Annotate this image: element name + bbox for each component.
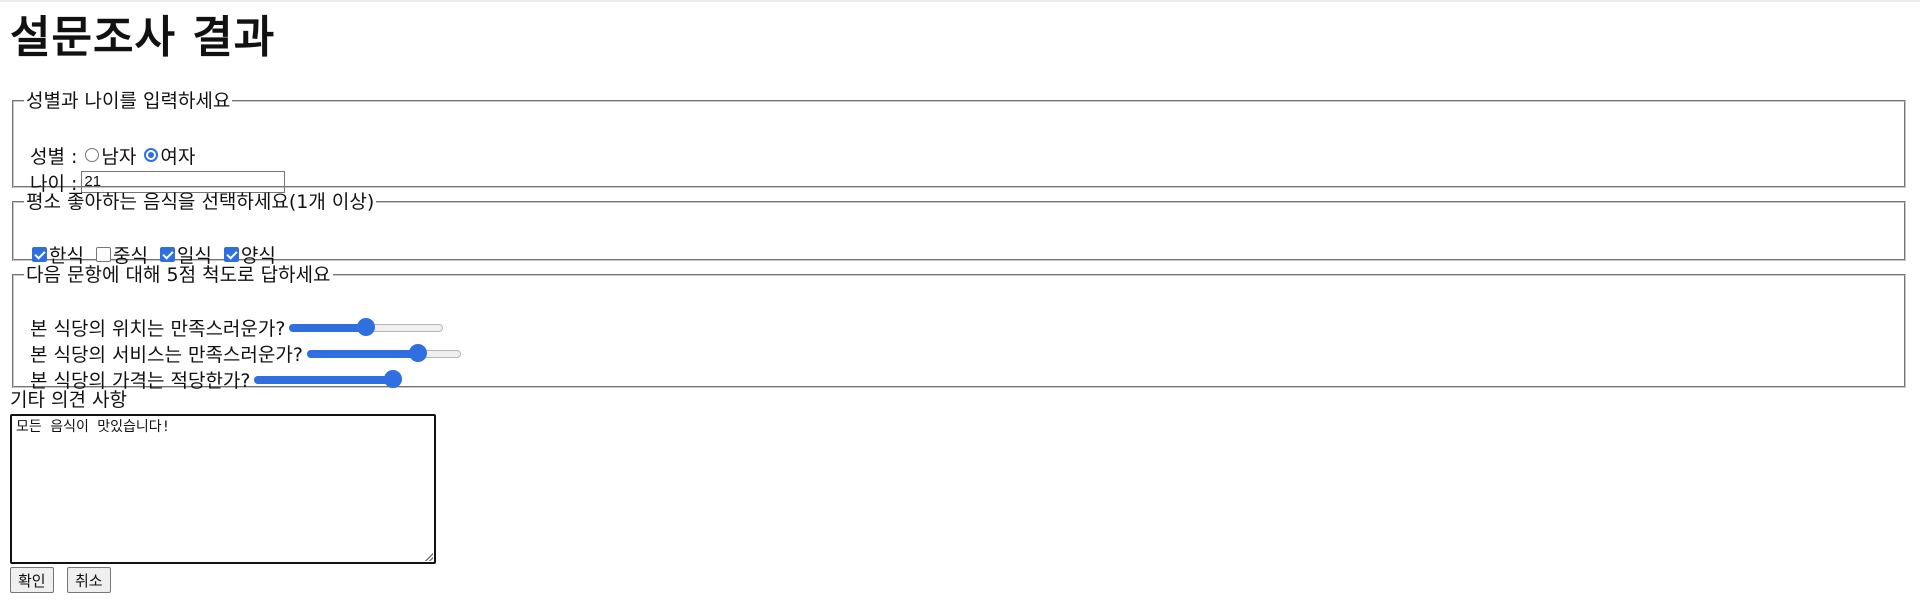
slider-thumb[interactable]: [384, 370, 403, 388]
slider-fill: [254, 376, 394, 384]
gender-male-label[interactable]: 남자: [101, 142, 136, 169]
checkbox-western[interactable]: [223, 246, 239, 262]
checkbox-chinese[interactable]: [95, 246, 111, 262]
resize-handle-icon[interactable]: [425, 553, 433, 561]
top-border: [0, 0, 1920, 2]
opinion-text: 모든 음식이 맛있습니다!: [16, 419, 171, 435]
rating-question-service: 본 식당의 서비스는 만족스러운가?: [30, 343, 303, 366]
confirm-button[interactable]: 확인: [10, 567, 54, 593]
food-legend: 평소 좋아하는 음식을 선택하세요(1개 이상): [26, 191, 375, 213]
rating-legend: 다음 문항에 대해 5점 척도로 답하세요: [26, 264, 331, 286]
slider-fill: [289, 324, 367, 332]
gender-age-fieldset: 성별과 나이를 입력하세요 성별 : 남자 여자 나이 : 21: [12, 90, 1906, 195]
gender-female-label[interactable]: 여자: [160, 142, 195, 169]
cancel-button[interactable]: 취소: [67, 567, 111, 593]
slider-thumb[interactable]: [408, 344, 427, 362]
gender-row: 성별 : 남자 여자: [30, 142, 195, 168]
rating-slider-service[interactable]: [306, 344, 461, 362]
rating-row-service: 본 식당의 서비스는 만족스러운가?: [30, 340, 461, 366]
rating-row-location: 본 식당의 위치는 만족스러운가?: [30, 314, 444, 340]
rating-slider-price[interactable]: [254, 370, 403, 388]
slider-fill: [306, 350, 418, 358]
gender-label: 성별 :: [30, 145, 78, 168]
rating-question-location: 본 식당의 위치는 만족스러운가?: [30, 317, 286, 340]
gender-age-legend: 성별과 나이를 입력하세요: [26, 90, 231, 112]
checkbox-korean[interactable]: [32, 246, 47, 262]
gender-radio-male[interactable]: [85, 148, 100, 162]
opinion-label: 기타 의견 사항: [10, 389, 127, 411]
opinion-textarea[interactable]: 모든 음식이 맛있습니다!: [10, 414, 436, 564]
age-input[interactable]: 21: [81, 171, 286, 193]
food-fieldset: 평소 좋아하는 음식을 선택하세요(1개 이상) 한식 중식 일식 양식: [12, 191, 1906, 267]
page-title: 설문조사 결과: [10, 12, 276, 63]
rating-slider-location[interactable]: [289, 318, 444, 336]
checkbox-japanese[interactable]: [159, 246, 175, 262]
slider-thumb[interactable]: [357, 318, 376, 336]
gender-radio-female[interactable]: [144, 148, 159, 162]
rating-fieldset: 다음 문항에 대해 5점 척도로 답하세요 본 식당의 위치는 만족스러운가? …: [12, 264, 1906, 392]
